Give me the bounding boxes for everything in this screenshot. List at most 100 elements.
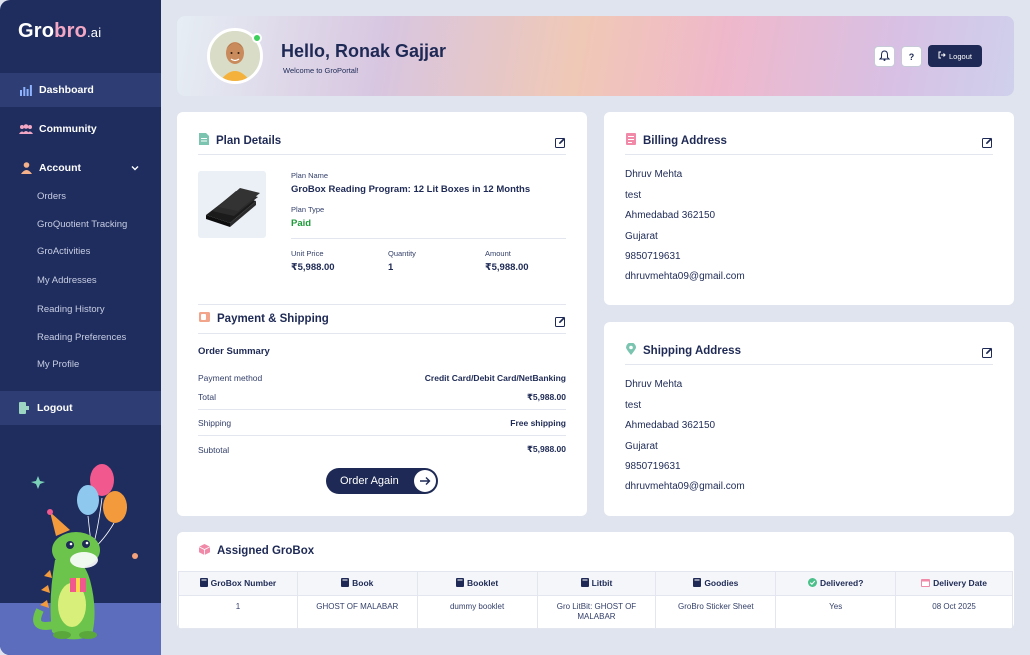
cell-book: GHOST OF MALABAR	[296, 595, 418, 629]
sidebar-logout[interactable]: Logout	[0, 391, 161, 425]
help-button[interactable]: ?	[901, 46, 922, 67]
divider	[198, 304, 566, 305]
sidebar-item-community[interactable]: Community	[0, 112, 161, 146]
sidebar-item-label: Community	[39, 123, 97, 135]
sidebar-subitem-reading-history[interactable]: Reading History	[37, 304, 105, 315]
row-label: Payment method	[198, 372, 263, 383]
cell-litbit: Gro LitBit: GHOST OF MALABAR	[536, 595, 657, 629]
divider	[198, 154, 566, 155]
plan-type-label: Plan Type	[291, 205, 325, 214]
cell-delivery-date: 08 Oct 2025	[895, 595, 1013, 629]
billing-phone: 9850719631	[625, 251, 681, 262]
shipping-name: Dhruv Mehta	[625, 379, 683, 390]
col-booklet: Booklet	[416, 571, 538, 596]
unit-price-value: ₹5,988.00	[291, 262, 335, 273]
plan-details-title-text: Plan Details	[216, 134, 282, 147]
cell-goodies: GroBro Sticker Sheet	[655, 595, 777, 629]
col-label: Delivery Date	[933, 578, 987, 588]
shipping-email: dhruvmehta09@gmail.com	[625, 481, 745, 492]
box-icon	[198, 544, 211, 558]
row-label: Total	[198, 392, 216, 402]
header-logout-button[interactable]: Logout	[928, 45, 982, 67]
grobox-product-image	[198, 171, 266, 238]
col-delivered: Delivered?	[775, 571, 897, 596]
edit-shipping-icon[interactable]	[982, 345, 993, 358]
col-label: Booklet	[467, 578, 499, 588]
col-delivery-date: Delivery Date	[895, 571, 1013, 596]
plan-payment-card: Plan Details Plan Name GroBox Reading Pr…	[177, 112, 587, 516]
table-row: 1 GHOST OF MALABAR dummy booklet Gro Lit…	[178, 595, 1013, 629]
row-value: Free shipping	[510, 418, 566, 428]
col-grobox-number: GroBox Number	[178, 571, 298, 596]
divider	[625, 364, 993, 365]
row-label: Subtotal	[198, 444, 230, 455]
divider	[198, 333, 566, 334]
payment-shipping-title: Payment & Shipping	[199, 312, 329, 325]
plan-name-value: GroBox Reading Program: 12 Lit Boxes in …	[291, 184, 531, 195]
sidebar-subitem-addresses[interactable]: My Addresses	[37, 275, 97, 286]
sidebar-subitem-reading-preferences[interactable]: Reading Preferences	[37, 332, 126, 343]
divider	[625, 154, 993, 155]
total-row: Total ₹5,988.00	[198, 385, 566, 410]
billing-state: Gujarat	[625, 231, 658, 242]
user-icon	[19, 161, 33, 175]
billing-address-title: Billing Address	[626, 133, 727, 148]
sidebar-item-label: Dashboard	[39, 84, 94, 96]
book-icon	[341, 578, 350, 589]
users-icon	[19, 122, 33, 136]
plan-type-value: Paid	[291, 218, 312, 229]
sidebar-subitem-groactivities[interactable]: GroActivities	[37, 246, 90, 257]
location-pin-icon	[626, 342, 636, 358]
logo-ai: .ai	[87, 25, 102, 40]
check-circle-icon	[807, 578, 817, 589]
cell-grobox-number: 1	[178, 595, 298, 629]
edit-payment-icon[interactable]	[555, 314, 566, 327]
assigned-grobox-card: Assigned GroBox GroBox Number Book Bookl…	[177, 532, 1014, 629]
logo-bro: bro	[54, 20, 87, 42]
book-icon	[199, 578, 208, 589]
greeting-title: Hello, Ronak Gajjar	[281, 41, 447, 61]
col-goodies: Goodies	[655, 571, 777, 596]
arrow-right-icon	[414, 470, 436, 492]
online-status-indicator	[252, 33, 262, 43]
divider	[291, 238, 566, 239]
sidebar-logout-label: Logout	[37, 402, 73, 414]
order-summary-title: Order Summary	[198, 346, 270, 357]
book-icon	[456, 578, 465, 589]
chevron-down-icon[interactable]	[131, 162, 139, 174]
brand-logo[interactable]: Grobro.ai	[18, 20, 101, 43]
sidebar-item-account[interactable]: Account	[0, 151, 161, 185]
book-icon	[580, 578, 589, 589]
shipping-street: test	[625, 400, 642, 411]
billing-address-title-text: Billing Address	[643, 134, 727, 147]
wallet-icon	[199, 312, 210, 325]
col-label: Book	[352, 578, 374, 588]
receipt-icon	[626, 133, 636, 148]
bar-chart-icon	[19, 83, 33, 97]
sidebar-item-dashboard[interactable]: Dashboard	[0, 73, 161, 107]
payment-shipping-title-text: Payment & Shipping	[217, 312, 329, 325]
book-icon	[693, 578, 702, 589]
assigned-grobox-title: Assigned GroBox	[198, 544, 314, 558]
col-book: Book	[296, 571, 418, 596]
sidebar-subitem-my-profile[interactable]: My Profile	[37, 359, 79, 370]
col-label: Delivered?	[819, 578, 864, 588]
edit-plan-icon[interactable]	[555, 135, 566, 148]
cell-delivered: Yes	[775, 595, 897, 629]
amount-label: Amount	[485, 249, 511, 258]
table-header-row: GroBox Number Book Booklet Litbit Goodie…	[178, 571, 1013, 596]
sidebar-subitem-orders[interactable]: Orders	[37, 191, 66, 202]
notifications-button[interactable]	[874, 46, 895, 67]
order-again-label: Order Again	[340, 475, 399, 487]
col-label: Litbit	[591, 578, 613, 588]
row-value: Credit Card/Debit Card/NetBanking	[424, 372, 566, 383]
bell-icon	[878, 50, 891, 63]
edit-billing-icon[interactable]	[982, 135, 993, 148]
col-label: GroBox Number	[210, 578, 277, 588]
row-label: Shipping	[198, 418, 232, 428]
welcome-banner: Hello, Ronak Gajjar Welcome to GroPortal…	[177, 16, 1014, 96]
sidebar-subitem-groquotient[interactable]: GroQuotient Tracking	[37, 219, 127, 230]
order-again-button[interactable]: Order Again	[326, 468, 438, 494]
shipping-phone: 9850719631	[625, 461, 681, 472]
shipping-row: Shipping Free shipping	[198, 411, 566, 436]
